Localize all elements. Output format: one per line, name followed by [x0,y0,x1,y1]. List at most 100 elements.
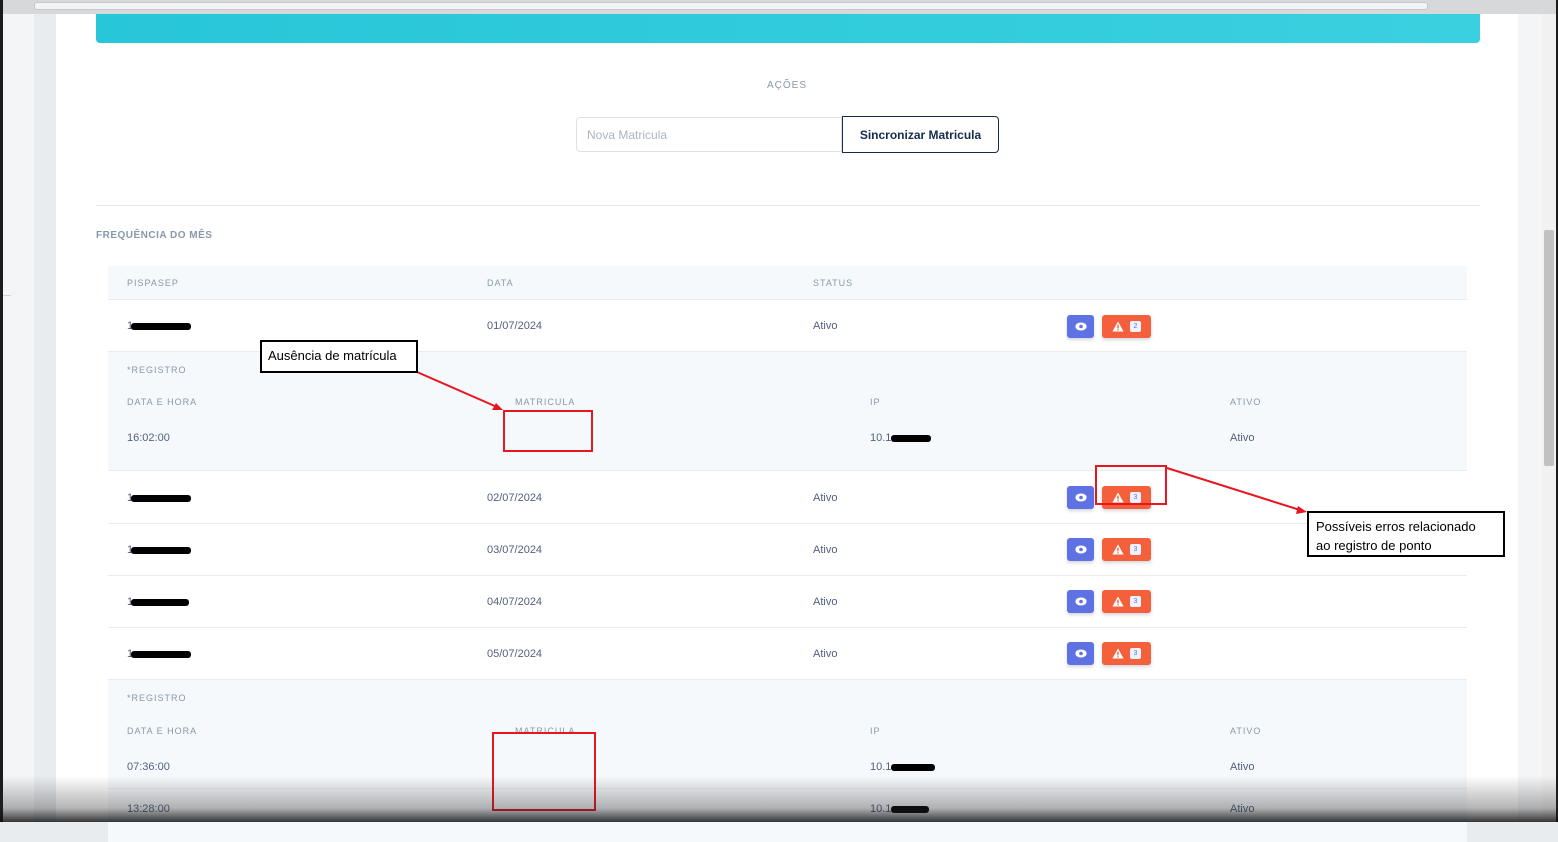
section-divider [96,205,1480,206]
pispasep-cell: 1 [127,544,192,556]
view-button[interactable] [1067,590,1094,613]
header-pispasep: PISPASEP [127,278,179,288]
new-matricula-field-wrap [576,117,842,152]
date-cell: 03/07/2024 [487,544,543,556]
status-cell: Ativo [813,492,838,504]
table-header-row: PISPASEP DATA STATUS [108,266,1467,300]
status-cell: Ativo [813,596,838,608]
eye-icon [1074,322,1087,331]
ip-visible-part: 10.1 [870,432,892,444]
subheader-ip: IP [870,726,881,736]
pispasep-cell: 1 [127,596,190,608]
subheader-matricula: MATRICULA [515,397,576,407]
page-scrollbar[interactable] [1542,14,1556,822]
section-title: FREQUÊNCIA DO MÊS [96,230,213,241]
registro-label-row: *REGISTRO [108,680,1467,714]
eye-icon [1074,493,1087,502]
date-cell: 01/07/2024 [487,320,543,332]
warning-triangle-icon [1112,321,1124,332]
header-status: STATUS [813,278,854,288]
registro-hora: 16:02:00 [127,432,170,444]
error-count-badge: 3 [1130,596,1141,607]
table-row[interactable]: 1 04/07/2024 Ativo 3 [108,576,1467,628]
subheader-ativo: ATIVO [1230,726,1262,736]
pispasep-cell: 1 [127,492,192,504]
eye-icon [1074,649,1087,658]
date-cell: 02/07/2024 [487,492,543,504]
errors-button[interactable]: 2 [1102,315,1151,338]
warning-triangle-icon [1112,596,1124,607]
callout-possible-errors: Possíveis erros relacionado ao registro … [1307,511,1505,557]
sync-matricula-button[interactable]: Sincronizar Matricula [842,116,999,153]
callout-text: Ausência de matrícula [268,348,397,363]
header-banner [96,14,1480,43]
view-button[interactable] [1067,315,1094,338]
browser-address-strip [34,2,1428,10]
redaction-bar [891,763,936,771]
callout-missing-matricula: Ausência de matrícula [260,340,418,373]
registro-ativo: Ativo [1230,432,1255,444]
registro-block: DATA E HORA MATRICULA IP ATIVO 16:02:00 … [108,385,1467,471]
errors-button[interactable]: 3 [1102,590,1151,613]
error-button-highlight [1095,465,1167,505]
registro-hora: 07:36:00 [127,761,170,773]
eye-icon [1074,545,1087,554]
subheader-ip: IP [870,397,881,407]
table-row[interactable]: 1 05/07/2024 Ativo 3 [108,628,1467,680]
table-row[interactable]: 1 03/07/2024 Ativo 3 [108,524,1467,576]
registro-label: *REGISTRO [127,693,187,703]
pispasep-cell: 1 [127,320,192,332]
missing-matricula-highlight-2 [492,732,596,811]
redaction-bar [131,322,192,330]
redaction-bar [891,434,932,442]
status-cell: Ativo [813,648,838,660]
errors-button[interactable]: 3 [1102,538,1151,561]
gutter-tick [3,295,11,310]
redaction-bar [131,598,190,606]
error-count-badge: 3 [1130,648,1141,659]
view-button[interactable] [1067,486,1094,509]
registro-hora: 13:28:00 [127,803,170,815]
errors-button[interactable]: 3 [1102,642,1151,665]
subheader-data-hora: DATA E HORA [127,397,198,407]
error-count-badge: 2 [1130,321,1141,332]
registro-ip: 10.1 [870,432,932,444]
actions-title: AÇÕES [766,80,807,91]
date-cell: 05/07/2024 [487,648,543,660]
callout-text-line2: ao registro de ponto [1316,538,1432,553]
registro-label: *REGISTRO [127,365,187,375]
content-card: AÇÕES Sincronizar Matricula FREQUÊNCIA D… [56,14,1518,842]
status-cell: Ativo [813,320,838,332]
registro-ip: 10.1 [870,803,930,815]
redaction-bar [131,494,192,502]
callout-text-line1: Possíveis erros relacionado [1316,519,1476,534]
left-gutter [3,14,34,822]
warning-triangle-icon [1112,544,1124,555]
missing-matricula-highlight-1 [503,410,593,452]
scrollbar-thumb[interactable] [1544,230,1554,466]
registro-ip: 10.1 [870,761,936,773]
error-count-badge: 3 [1130,544,1141,555]
pispasep-cell: 1 [127,648,192,660]
registro-ativo: Ativo [1230,803,1255,815]
date-cell: 04/07/2024 [487,596,543,608]
status-cell: Ativo [813,544,838,556]
redaction-bar [891,805,930,813]
new-matricula-input[interactable] [577,118,841,151]
view-button[interactable] [1067,642,1094,665]
ip-visible-part: 10.1 [870,803,892,815]
header-data: DATA [487,278,514,288]
row-divider [108,788,1467,789]
redaction-bar [131,546,192,554]
registro-block: DATA E HORA MATRICULA IP ATIVO 07:36:00 … [108,714,1467,842]
warning-triangle-icon [1112,648,1124,659]
table-row[interactable]: 1 02/07/2024 Ativo 3 [108,472,1467,524]
eye-icon [1074,597,1087,606]
subheader-ativo: ATIVO [1230,397,1262,407]
registro-ativo: Ativo [1230,761,1255,773]
ip-visible-part: 10.1 [870,761,892,773]
subheader-data-hora: DATA E HORA [127,726,198,736]
redaction-bar [131,650,192,658]
browser-frame-top [0,0,1558,14]
view-button[interactable] [1067,538,1094,561]
